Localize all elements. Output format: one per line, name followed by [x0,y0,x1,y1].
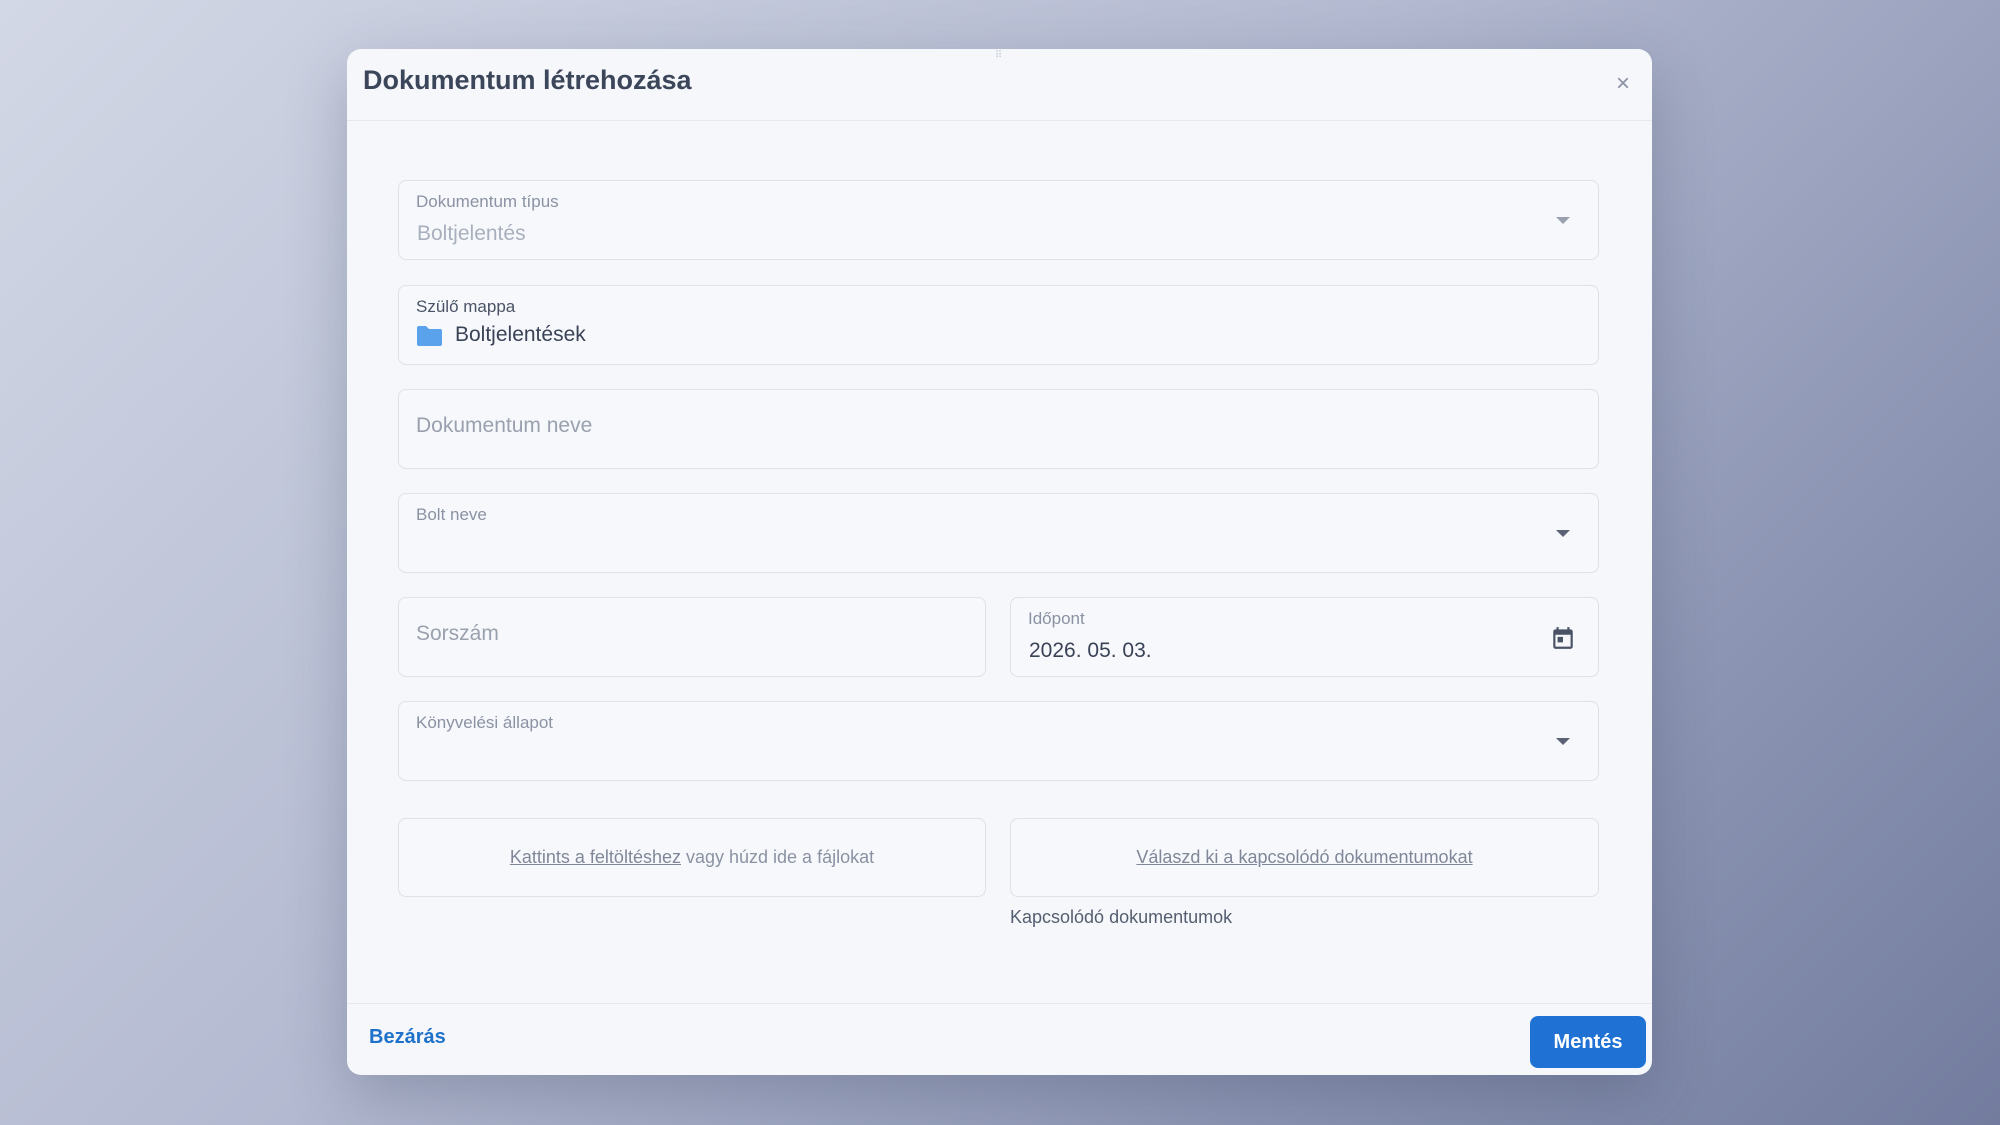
accounting-status-select[interactable]: Könyvelési állapot [398,701,1599,781]
upload-link[interactable]: Kattints a feltöltéshez [510,847,681,868]
select-related-documents-link[interactable]: Válaszd ki a kapcsolódó dokumentumokat [1136,847,1472,868]
document-name-placeholder: Dokumentum neve [416,414,593,437]
accounting-status-label: Könyvelési állapot [416,713,554,732]
related-documents-caption: Kapcsolódó dokumentumok [1010,907,1233,927]
chevron-down-icon [1556,530,1570,537]
chevron-down-icon [1556,738,1570,745]
close-icon[interactable]: × [1610,71,1636,97]
parent-folder-value: Boltjelentések [455,323,586,346]
close-button[interactable]: Bezárás [369,1026,446,1049]
chevron-down-icon [1556,217,1570,224]
date-label: Időpont [1028,609,1085,628]
document-type-label: Dokumentum típus [416,192,559,211]
document-type-value: Boltjelentés [417,222,526,245]
store-name-select[interactable]: Bolt neve [398,493,1599,573]
serial-number-input[interactable]: Sorszám [398,597,986,677]
upload-hint-text: vagy húzd ide a fájlokat [685,847,875,867]
store-name-label: Bolt neve [416,505,487,524]
parent-folder-label: Szülő mappa [416,297,516,316]
date-field[interactable]: Időpont 2026. 05. 03. [1010,597,1599,677]
parent-folder-field[interactable]: Szülő mappa Boltjelentések [398,285,1599,365]
serial-number-placeholder: Sorszám [416,622,499,645]
folder-icon [417,326,442,346]
related-documents-box[interactable]: Válaszd ki a kapcsolódó dokumentumokat [1010,818,1599,897]
dialog-title: Dokumentum létrehozása [363,65,692,95]
dialog-footer: Bezárás Mentés [347,1003,1652,1075]
file-upload-dropzone[interactable]: Kattints a feltöltéshez vagy húzd ide a … [398,818,986,897]
dialog-header: Dokumentum létrehozása × [347,49,1652,121]
document-type-select[interactable]: Dokumentum típus Boltjelentés [398,180,1599,260]
date-value: 2026. 05. 03. [1029,639,1152,662]
calendar-icon[interactable] [1550,625,1576,651]
document-name-input[interactable]: Dokumentum neve [398,389,1599,469]
create-document-dialog: ⠿ Dokumentum létrehozása × Dokumentum tí… [347,49,1652,1075]
save-button[interactable]: Mentés [1530,1016,1646,1068]
